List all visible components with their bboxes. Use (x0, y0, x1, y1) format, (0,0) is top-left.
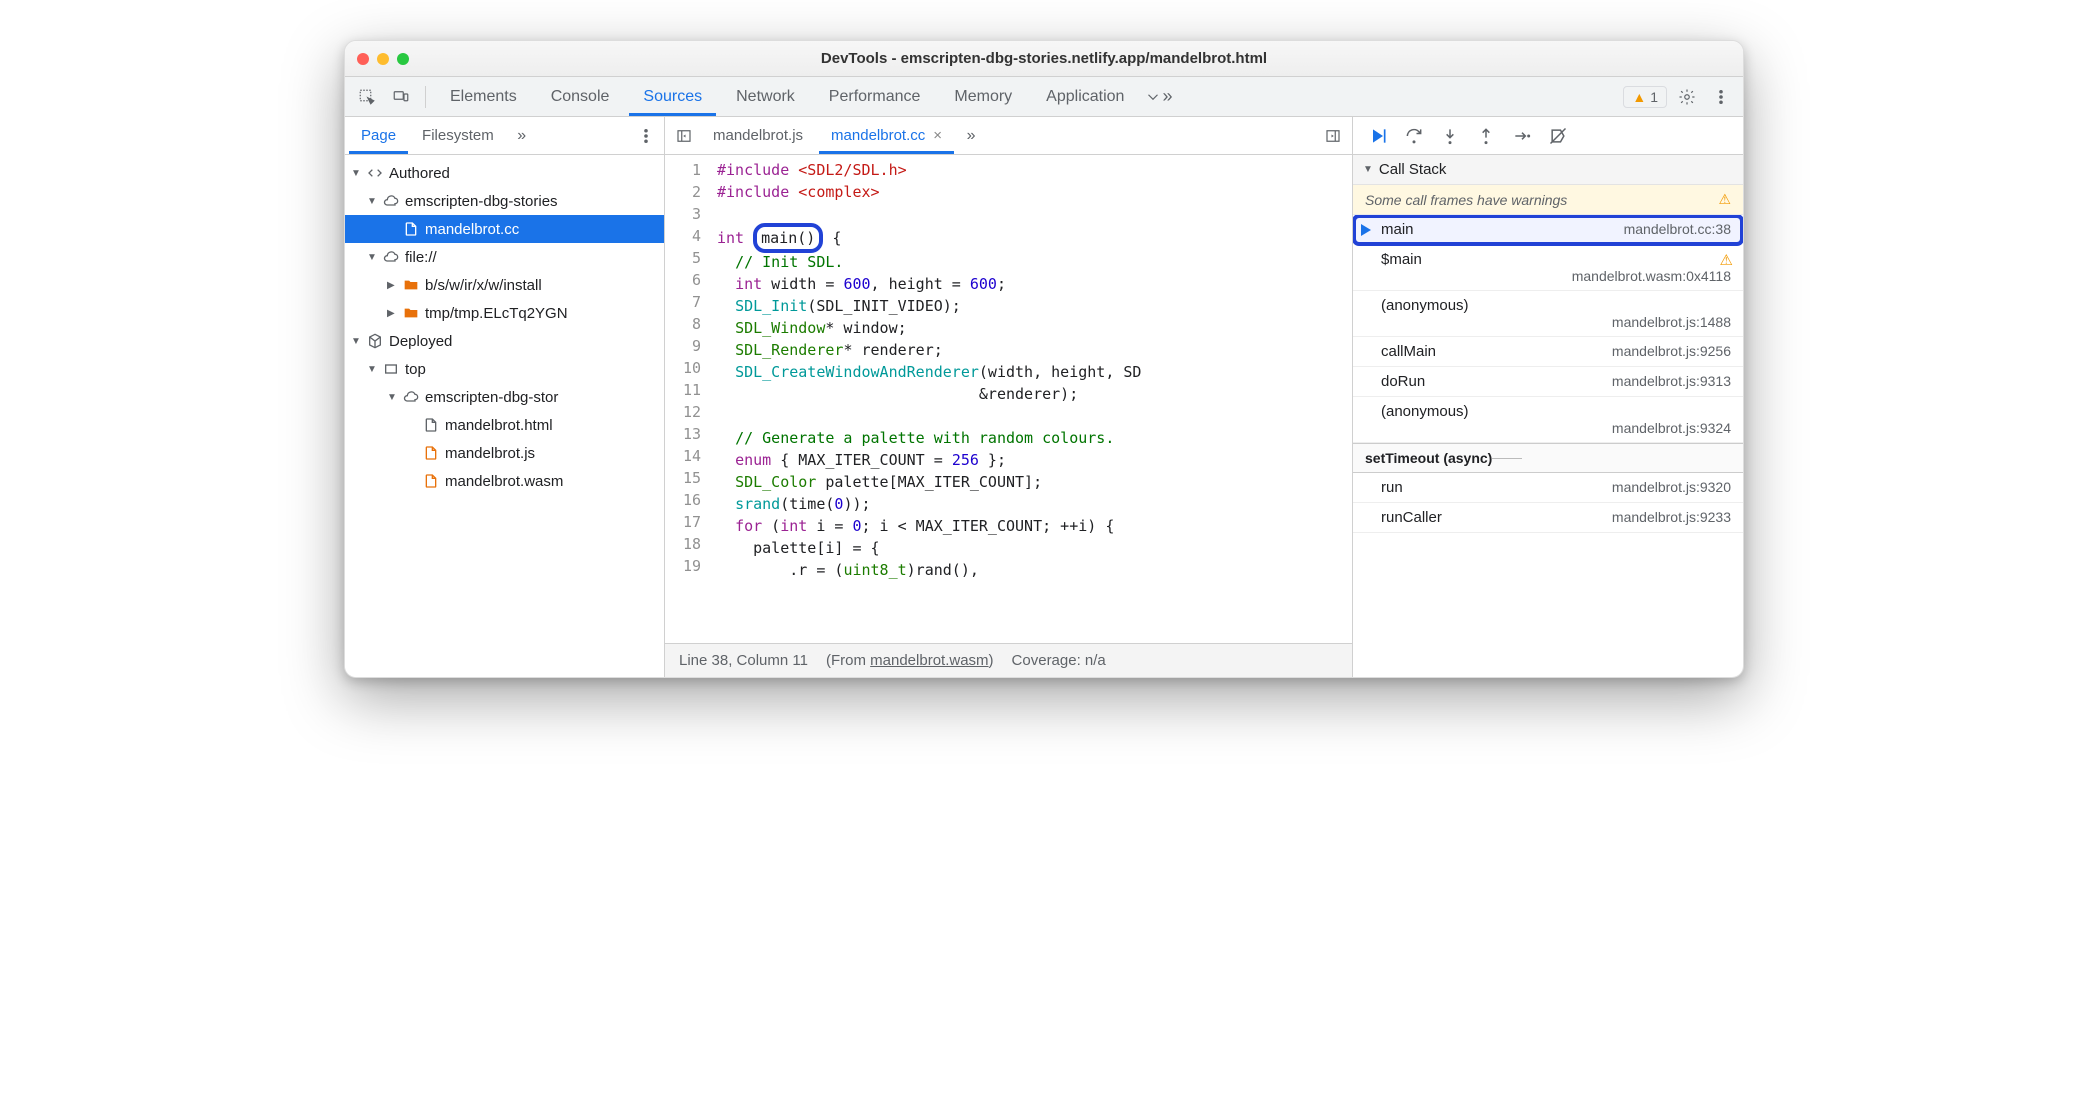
file-icon (403, 221, 419, 237)
editor-statusbar: Line 38, Column 11 (From mandelbrot.wasm… (665, 643, 1352, 677)
debug-toolbar (1353, 117, 1743, 155)
call-stack-header[interactable]: ▼Call Stack (1353, 155, 1743, 185)
tree-file-js[interactable]: mandelbrot.js (345, 439, 664, 467)
divider (425, 86, 426, 108)
tree-top[interactable]: ▼top (345, 355, 664, 383)
more-filetabs-icon[interactable]: » (958, 123, 984, 149)
more-tabs-icon[interactable]: » (1144, 83, 1172, 111)
nav-tab-filesystem[interactable]: Filesystem (410, 117, 506, 154)
tree-folder-1[interactable]: ▶b/s/w/ir/x/w/install (345, 271, 664, 299)
cloud-icon (383, 249, 399, 265)
editor-tabstrip: mandelbrot.js mandelbrot.cc× » (665, 117, 1352, 155)
stack-frame-runcaller[interactable]: runCallermandelbrot.js:9233 (1353, 503, 1743, 533)
toggle-debug-icon[interactable] (1320, 123, 1346, 149)
cube-icon (367, 333, 383, 349)
tab-console[interactable]: Console (537, 77, 624, 116)
deactivate-breakpoints-icon[interactable] (1547, 125, 1569, 147)
kebab-menu-icon[interactable] (1707, 83, 1735, 111)
stack-frame-dorun[interactable]: doRunmandelbrot.js:9313 (1353, 367, 1743, 397)
tab-application[interactable]: Application (1032, 77, 1138, 116)
settings-icon[interactable] (1673, 83, 1701, 111)
code-icon (367, 165, 383, 181)
tree-folder-2[interactable]: ▶tmp/tmp.ELcTq2YGN (345, 299, 664, 327)
call-stack-warning: Some call frames have warnings⚠ (1353, 185, 1743, 215)
stack-frame-anon-2[interactable]: (anonymous) mandelbrot.js:9324 (1353, 397, 1743, 443)
step-into-icon[interactable] (1439, 125, 1461, 147)
file-tree: ▼Authored ▼emscripten-dbg-stories mandel… (345, 155, 664, 677)
editor-panel: mandelbrot.js mandelbrot.cc× » 123456789… (665, 117, 1353, 677)
debugger-panel: ▼Call Stack Some call frames have warnin… (1353, 117, 1743, 677)
window-titlebar: DevTools - emscripten-dbg-stories.netlif… (345, 41, 1743, 77)
stack-frame-main[interactable]: mainmandelbrot.cc:38 (1353, 215, 1743, 245)
file-icon (423, 445, 439, 461)
step-icon[interactable] (1511, 125, 1533, 147)
filetab-mandelbrot-js[interactable]: mandelbrot.js (701, 117, 815, 154)
close-tab-icon[interactable]: × (933, 127, 942, 144)
wasm-link[interactable]: mandelbrot.wasm (870, 652, 988, 669)
window-title: DevTools - emscripten-dbg-stories.netlif… (345, 50, 1743, 67)
stack-frame-callmain[interactable]: callMainmandelbrot.js:9256 (1353, 337, 1743, 367)
tab-elements[interactable]: Elements (436, 77, 531, 116)
line-gutter: 12345678910111213141516171819 (665, 155, 709, 643)
cursor-position: Line 38, Column 11 (679, 652, 808, 669)
nav-more-tabs-icon[interactable]: » (508, 122, 536, 150)
warnings-badge[interactable]: ▲ 1 (1623, 86, 1667, 108)
warning-count: 1 (1650, 89, 1658, 105)
step-out-icon[interactable] (1475, 125, 1497, 147)
tree-file-scheme[interactable]: ▼file:// (345, 243, 664, 271)
device-toolbar-icon[interactable] (387, 83, 415, 111)
folder-icon (403, 277, 419, 293)
inspect-element-icon[interactable] (353, 83, 381, 111)
nav-kebab-icon[interactable] (632, 122, 660, 150)
folder-icon (403, 305, 419, 321)
async-boundary: setTimeout (async) (1353, 443, 1743, 473)
stack-frame-wasm-main[interactable]: $main mandelbrot.wasm:0x4118 (1353, 245, 1743, 291)
cloud-icon (403, 389, 419, 405)
tab-performance[interactable]: Performance (815, 77, 935, 116)
tree-authored[interactable]: ▼Authored (345, 159, 664, 187)
filetab-mandelbrot-cc[interactable]: mandelbrot.cc× (819, 117, 954, 154)
tab-memory[interactable]: Memory (940, 77, 1026, 116)
tree-file-wasm[interactable]: mandelbrot.wasm (345, 467, 664, 495)
highlight-main: main() (753, 223, 823, 253)
stack-frame-anon-1[interactable]: (anonymous) mandelbrot.js:1488 (1353, 291, 1743, 337)
toggle-nav-icon[interactable] (671, 123, 697, 149)
tree-origin-1[interactable]: ▼emscripten-dbg-stories (345, 187, 664, 215)
frame-icon (383, 361, 399, 377)
code-text: #include <SDL2/SDL.h> #include <complex>… (709, 155, 1352, 643)
resume-icon[interactable] (1367, 125, 1389, 147)
navigator-tabs: Page Filesystem » (345, 117, 664, 155)
tree-file-mandelbrot-cc[interactable]: mandelbrot.cc (345, 215, 664, 243)
navigator-panel: Page Filesystem » ▼Authored ▼emscripten-… (345, 117, 665, 677)
file-icon (423, 417, 439, 433)
step-over-icon[interactable] (1403, 125, 1425, 147)
tab-network[interactable]: Network (722, 77, 809, 116)
warning-icon: ⚠ (1718, 191, 1731, 208)
warning-icon: ▲ (1632, 89, 1646, 105)
cloud-icon (383, 193, 399, 209)
call-stack-list: mainmandelbrot.cc:38 $main mandelbrot.wa… (1353, 215, 1743, 677)
tab-sources[interactable]: Sources (629, 77, 716, 116)
tree-file-html[interactable]: mandelbrot.html (345, 411, 664, 439)
code-editor[interactable]: 12345678910111213141516171819 #include <… (665, 155, 1352, 643)
tree-deployed[interactable]: ▼Deployed (345, 327, 664, 355)
nav-tab-page[interactable]: Page (349, 117, 408, 154)
stack-frame-run[interactable]: runmandelbrot.js:9320 (1353, 473, 1743, 503)
devtools-window: DevTools - emscripten-dbg-stories.netlif… (344, 40, 1744, 678)
source-origin: (From mandelbrot.wasm) (826, 652, 994, 669)
file-icon (423, 473, 439, 489)
sources-content: Page Filesystem » ▼Authored ▼emscripten-… (345, 117, 1743, 677)
main-toolbar: Elements Console Sources Network Perform… (345, 77, 1743, 117)
coverage-status: Coverage: n/a (1012, 652, 1106, 669)
tree-origin-2[interactable]: ▼emscripten-dbg-stor (345, 383, 664, 411)
